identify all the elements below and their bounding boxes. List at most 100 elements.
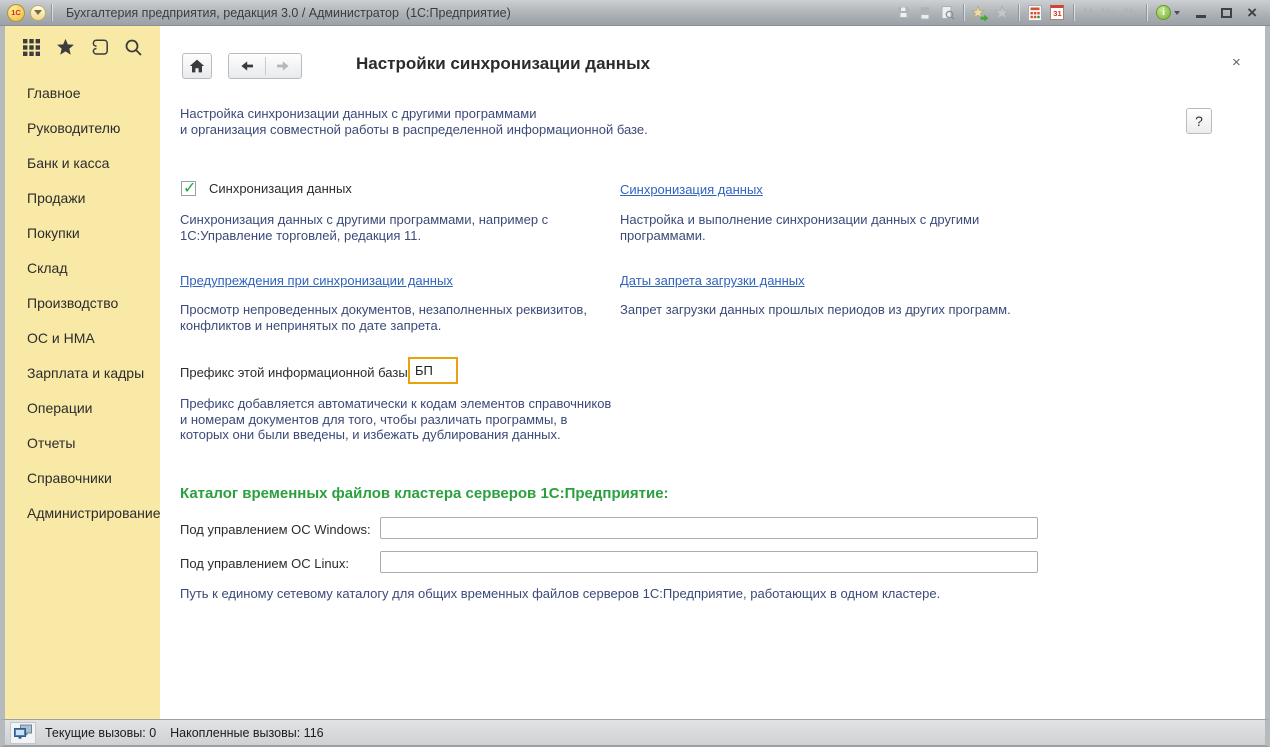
current-calls-value: 0: [149, 726, 156, 740]
windows-path-label: Под управлением ОС Windows:: [180, 522, 371, 537]
search-icon: [124, 38, 143, 57]
print-preview-button[interactable]: [936, 3, 958, 23]
arrow-right-icon: [274, 57, 292, 75]
server-calls-indicator: [10, 722, 36, 744]
divider: [1018, 4, 1019, 21]
sync-checkbox-description: Синхронизация данных с другими программа…: [180, 212, 548, 243]
favorites-panel-button[interactable]: [54, 36, 76, 58]
accumulated-calls-value: 116: [304, 726, 324, 740]
sidebar-item[interactable]: Банк и касса: [5, 146, 160, 181]
arrow-left-icon: [238, 57, 256, 75]
page-description: Настройка синхронизации данных с другими…: [180, 106, 648, 137]
favorites-button[interactable]: [991, 3, 1013, 23]
history-nav-group: [228, 53, 302, 79]
maximize-button[interactable]: [1221, 8, 1232, 18]
prefix-input[interactable]: [408, 357, 458, 384]
sync-data-checkbox[interactable]: ✓: [181, 181, 196, 196]
ban-dates-description: Запрет загрузки данных прошлых периодов …: [620, 302, 1011, 318]
logo-text: 1С: [11, 8, 21, 17]
ban-dates-link[interactable]: Даты запрета загрузки данных: [620, 273, 805, 288]
calendar-icon: 31: [1050, 5, 1064, 20]
info-icon: i: [1156, 5, 1171, 20]
star-icon: [994, 5, 1010, 20]
memory-m-minus-button[interactable]: M-: [1120, 7, 1141, 19]
chevron-down-icon: [34, 10, 42, 15]
sidebar-item[interactable]: Продажи: [5, 181, 160, 216]
memory-m-plus-button[interactable]: M+: [1097, 7, 1121, 19]
1c-logo-icon: 1С: [7, 4, 25, 22]
sidebar-item[interactable]: Справочники: [5, 461, 160, 496]
memory-m-button[interactable]: M: [1079, 7, 1096, 19]
sync-settings-page: Настройки синхронизации данных × Настрой…: [160, 26, 1265, 719]
preview-icon: [939, 5, 955, 21]
temp-files-section-header: Каталог временных файлов кластера сервер…: [180, 485, 669, 502]
monitors-icon: [13, 724, 33, 741]
back-button[interactable]: [229, 57, 265, 75]
home-icon: [188, 57, 206, 75]
calculator-button[interactable]: [1024, 3, 1046, 23]
sidebar-menu: ГлавноеРуководителюБанк и кассаПродажиПо…: [5, 76, 160, 531]
window-close-button[interactable]: ×: [1247, 5, 1257, 21]
divider: [1146, 4, 1147, 21]
app-window: 1С Бухгалтерия предприятия, редакция 3.0…: [0, 0, 1270, 747]
sync-data-link-description: Настройка и выполнение синхронизации дан…: [620, 212, 979, 243]
status-bar: Текущие вызовы: 0 Накопленные вызовы: 11…: [0, 719, 1270, 747]
window-body: ГлавноеРуководителюБанк и кассаПродажиПо…: [0, 26, 1270, 719]
help-button[interactable]: ?: [1186, 108, 1212, 134]
calendar-day: 31: [1053, 10, 1061, 18]
history-panel-button[interactable]: [89, 36, 111, 58]
current-calls-label: Текущие вызовы:: [45, 726, 146, 740]
chevron-down-icon: [1174, 11, 1180, 15]
printer-icon: [917, 5, 933, 21]
windows-path-input[interactable]: [380, 517, 1038, 539]
history-scroll-icon: [90, 37, 110, 57]
temp-files-note: Путь к единому сетевому каталогу для общ…: [180, 586, 940, 602]
title-bar: 1С Бухгалтерия предприятия, редакция 3.0…: [0, 0, 1270, 26]
window-title: Бухгалтерия предприятия, редакция 3.0 / …: [66, 6, 511, 20]
home-button[interactable]: [182, 53, 212, 79]
sync-checkbox-label[interactable]: Синхронизация данных: [209, 181, 352, 196]
add-to-favorites-button[interactable]: [969, 3, 991, 23]
sync-warnings-link[interactable]: Предупреждения при синхронизации данных: [180, 273, 453, 288]
sidebar-item[interactable]: Отчеты: [5, 426, 160, 461]
accumulated-calls: Накопленные вызовы: 116: [170, 726, 323, 740]
sidebar: ГлавноеРуководителюБанк и кассаПродажиПо…: [5, 26, 160, 719]
grid-icon: [22, 38, 41, 57]
sidebar-item[interactable]: Администрирование: [5, 496, 160, 531]
prefix-label: Префикс этой информационной базы:: [180, 365, 411, 380]
sync-warnings-description: Просмотр непроведенных документов, незап…: [180, 302, 587, 333]
sidebar-item[interactable]: Склад: [5, 251, 160, 286]
minimize-button[interactable]: [1196, 15, 1206, 18]
sidebar-item[interactable]: Руководителю: [5, 111, 160, 146]
print-button[interactable]: [914, 3, 936, 23]
main-menu-button[interactable]: [30, 5, 46, 21]
divider: [963, 4, 964, 21]
star-icon: [56, 38, 75, 56]
sidebar-item[interactable]: Операции: [5, 391, 160, 426]
sidebar-toolbar: [5, 26, 160, 68]
divider: [51, 4, 52, 21]
divider: [1073, 4, 1074, 21]
linux-path-label: Под управлением ОС Linux:: [180, 556, 349, 571]
sidebar-item[interactable]: Производство: [5, 286, 160, 321]
sections-menu-button[interactable]: [20, 36, 42, 58]
calendar-button[interactable]: 31: [1046, 3, 1068, 23]
current-calls: Текущие вызовы: 0: [45, 726, 156, 740]
page-title: Настройки синхронизации данных: [356, 54, 650, 74]
sync-data-link[interactable]: Синхронизация данных: [620, 182, 763, 197]
search-panel-button[interactable]: [123, 36, 145, 58]
info-menu-button[interactable]: i: [1152, 3, 1184, 23]
linux-path-input[interactable]: [380, 551, 1038, 573]
sidebar-item[interactable]: Покупки: [5, 216, 160, 251]
forward-button[interactable]: [265, 57, 302, 75]
sync-checkbox-row: ✓ Синхронизация данных: [181, 181, 352, 196]
sidebar-item[interactable]: ОС и НМА: [5, 321, 160, 356]
checkmark-icon: ✓: [183, 178, 196, 198]
floppy-icon: [896, 5, 911, 20]
sidebar-item[interactable]: Зарплата и кадры: [5, 356, 160, 391]
save-button[interactable]: [892, 3, 914, 23]
prefix-description: Префикс добавляется автоматически к кода…: [180, 396, 611, 443]
star-add-icon: [971, 5, 989, 21]
sidebar-item[interactable]: Главное: [5, 76, 160, 111]
page-close-button[interactable]: ×: [1232, 54, 1241, 71]
